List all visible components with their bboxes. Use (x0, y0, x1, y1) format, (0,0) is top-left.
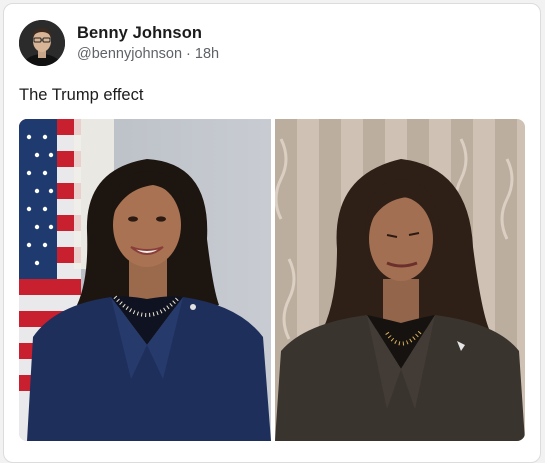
author-avatar[interactable] (19, 20, 65, 66)
author-handle[interactable]: @bennyjohnson (77, 46, 182, 62)
media-photo-right[interactable] (275, 119, 525, 441)
post-text: The Trump effect (19, 86, 144, 104)
media-photo-left[interactable] (19, 119, 271, 441)
author-meta: @bennyjohnson · 18h (77, 46, 219, 62)
portrait-photo-icon (19, 119, 271, 441)
post-time[interactable]: 18h (195, 46, 219, 62)
author-name[interactable]: Benny Johnson (77, 24, 202, 43)
meta-separator: · (186, 46, 191, 62)
portrait-photo-icon (275, 119, 525, 441)
post-media[interactable] (19, 119, 525, 441)
post-card[interactable]: Benny Johnson @bennyjohnson · 18h The Trum… (3, 3, 541, 463)
